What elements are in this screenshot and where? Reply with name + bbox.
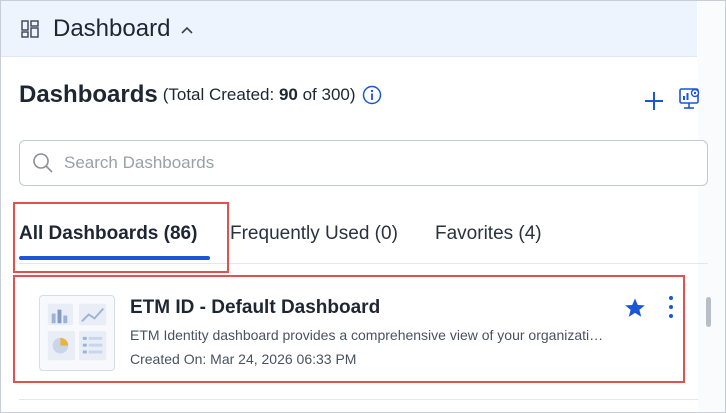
total-created-meta: (Total Created: 90 of 300) bbox=[163, 85, 356, 105]
meta-prefix: (Total Created: bbox=[162, 85, 279, 104]
dashboard-panel: Dashboard Dashboards (Total Created: 90 … bbox=[0, 0, 726, 413]
dashboard-card[interactable]: ETM ID - Default Dashboard ETM Identity … bbox=[13, 275, 685, 383]
dashboard-created-on: Created On: Mar 24, 2026 06:33 PM bbox=[130, 351, 357, 367]
info-icon[interactable] bbox=[362, 85, 382, 105]
list-divider bbox=[19, 399, 698, 400]
highlight-box-tab bbox=[13, 202, 229, 273]
dashboard-settings-icon[interactable] bbox=[678, 87, 702, 113]
search-box bbox=[19, 140, 708, 186]
header-title: Dashboard bbox=[53, 14, 171, 42]
dashboards-title-row: Dashboards (Total Created: 90 of 300) bbox=[19, 81, 382, 109]
page-title: Dashboards bbox=[19, 81, 158, 108]
chevron-up-icon[interactable] bbox=[180, 25, 194, 35]
scroll-track bbox=[698, 1, 725, 412]
dashboard-description: ETM Identity dashboard provides a compre… bbox=[130, 327, 608, 343]
meta-suffix: of 300) bbox=[297, 85, 356, 104]
star-icon[interactable] bbox=[624, 297, 646, 319]
tab-frequently-used[interactable]: Frequently Used (0) bbox=[230, 223, 398, 245]
search-icon bbox=[33, 153, 53, 173]
layout-grid-icon[interactable] bbox=[21, 19, 39, 38]
created-count: 90 bbox=[278, 85, 298, 104]
dashboard-thumbnail-icon bbox=[39, 295, 115, 371]
scrollbar-thumb[interactable] bbox=[706, 297, 711, 327]
tab-favorites[interactable]: Favorites (4) bbox=[435, 223, 542, 245]
more-options-icon[interactable] bbox=[665, 294, 677, 322]
dashboard-name[interactable]: ETM ID - Default Dashboard bbox=[130, 297, 380, 319]
search-input[interactable] bbox=[62, 152, 666, 174]
panel-header: Dashboard bbox=[1, 1, 697, 57]
plus-icon[interactable] bbox=[643, 90, 665, 112]
